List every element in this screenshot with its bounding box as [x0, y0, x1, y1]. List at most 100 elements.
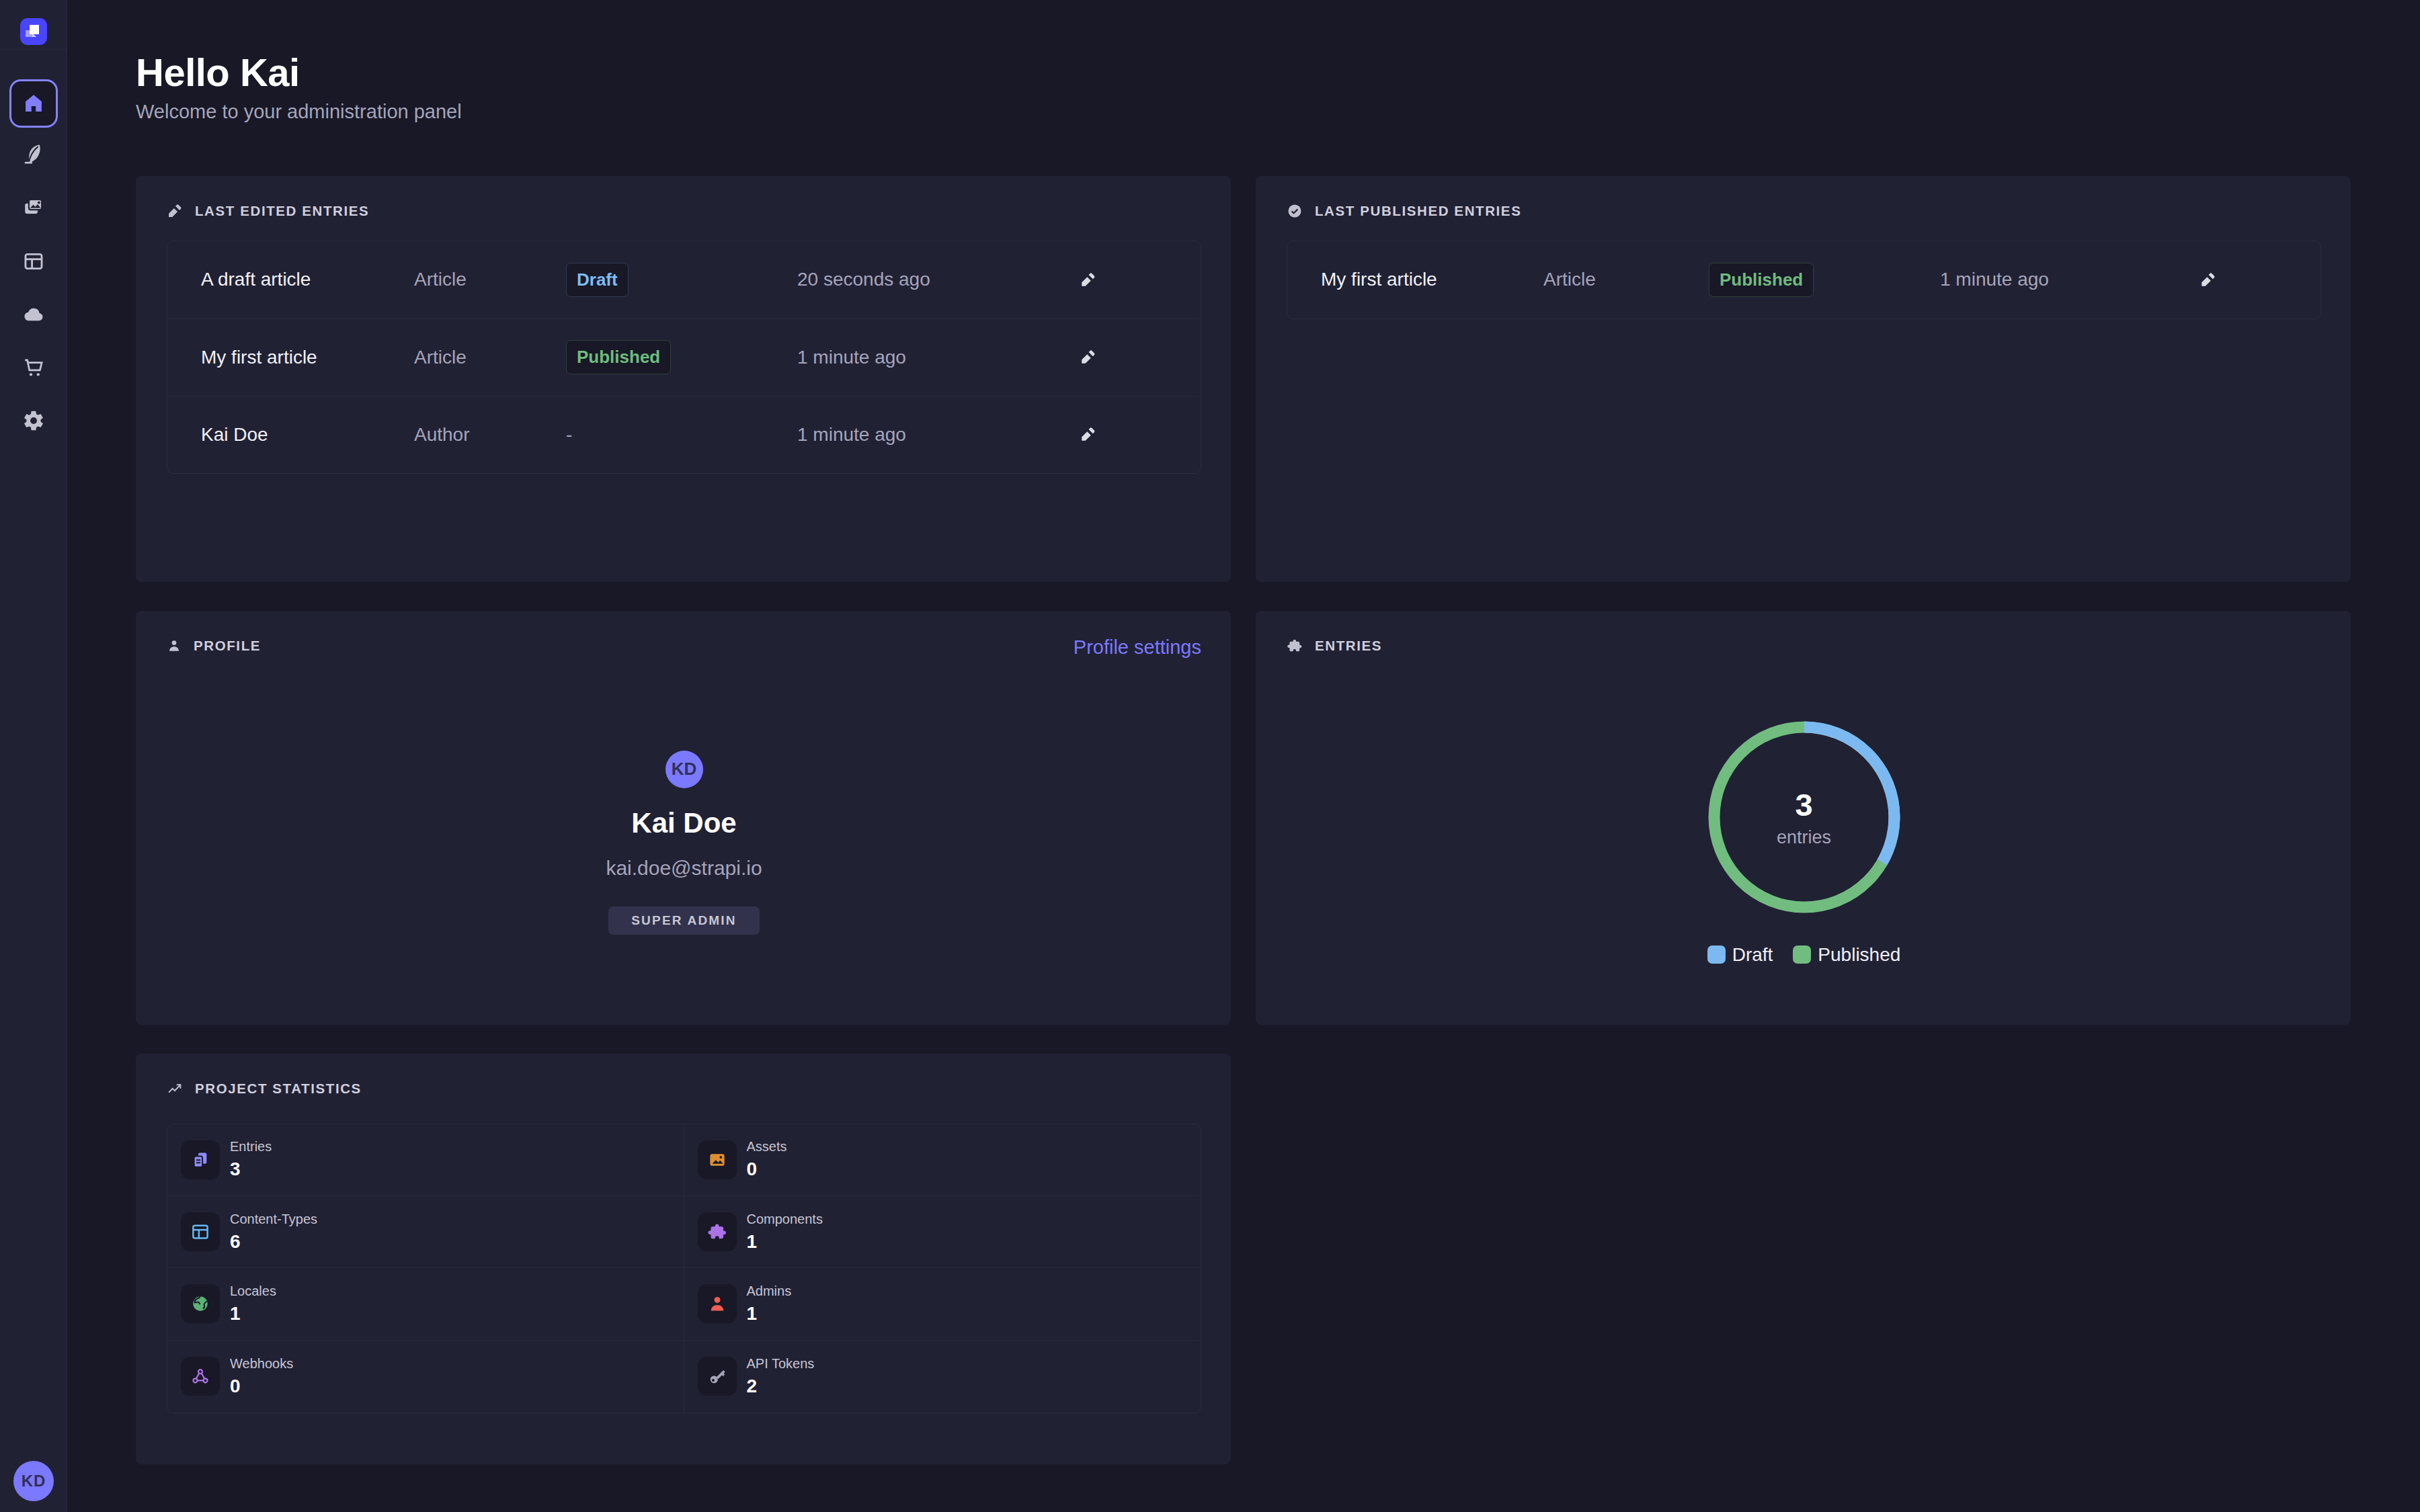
layout-icon: [190, 1222, 210, 1242]
entry-title: Kai Doe: [201, 424, 414, 446]
stat-locales: Locales 1: [167, 1268, 684, 1340]
sidebar-divider: [0, 49, 67, 50]
stat-value: 1: [230, 1303, 276, 1325]
webhook-icon: [190, 1366, 210, 1386]
legend-item-draft: Draft: [1707, 944, 1773, 966]
stats-grid: Entries 3 Assets 0: [167, 1124, 1201, 1413]
puzzle-icon: [707, 1222, 727, 1242]
profile-body: KD Kai Doe kai.doe@strapi.io SUPER ADMIN: [167, 654, 1201, 935]
entry-type: Article: [414, 269, 566, 290]
pencil-icon: [2200, 271, 2216, 288]
sidebar-item-content-type-builder[interactable]: [22, 250, 45, 273]
layout-icon: [22, 250, 45, 273]
stat-tile: [698, 1357, 737, 1396]
entry-time: 20 seconds ago: [797, 269, 1080, 290]
stat-label: API Tokens: [747, 1356, 815, 1372]
page-subtitle: Welcome to your administration panel: [136, 101, 2351, 123]
card-header: PROJECT STATISTICS: [167, 1054, 1201, 1097]
sidebar-item-home[interactable]: [9, 79, 58, 128]
pencil-icon: [1080, 349, 1096, 366]
entry-type: Article: [414, 347, 566, 368]
person-icon: [707, 1294, 727, 1314]
profile-name: Kai Doe: [631, 807, 736, 839]
table-row: Kai Doe Author - 1 minute ago: [167, 396, 1201, 473]
pencil-icon: [1080, 271, 1096, 288]
edit-entry-button[interactable]: [1080, 349, 1096, 366]
stat-value: 1: [747, 1231, 823, 1253]
page-title: Hello Kai: [136, 51, 2351, 94]
stat-tile: [698, 1212, 737, 1251]
empty-grid-cell: [1256, 1054, 2351, 1464]
entries-chart-card: ENTRIES 3 entries Draft: [1256, 611, 2351, 1025]
legend-label: Draft: [1732, 944, 1773, 966]
pencil-icon: [1080, 426, 1096, 443]
puzzle-icon: [1287, 638, 1303, 654]
profile-card: PROFILE Profile settings KD Kai Doe kai.…: [136, 611, 1231, 1025]
legend-swatch-published: [1793, 946, 1811, 964]
stat-tile: [181, 1140, 220, 1179]
card-title: ENTRIES: [1315, 638, 1382, 654]
card-title: LAST PUBLISHED ENTRIES: [1315, 203, 1521, 219]
sidebar-item-settings[interactable]: [22, 409, 45, 432]
edit-entry-button[interactable]: [1080, 271, 1096, 288]
stat-label: Entries: [230, 1139, 272, 1154]
stat-value: 3: [230, 1159, 272, 1180]
edit-entry-button[interactable]: [2200, 271, 2216, 288]
sidebar-item-content-manager[interactable]: [22, 143, 45, 166]
home-icon: [22, 92, 45, 115]
stat-tile: [181, 1212, 220, 1251]
stat-webhooks: Webhooks 0: [167, 1341, 684, 1413]
entry-type: Article: [1543, 269, 1709, 290]
main-content: Hello Kai Welcome to your administration…: [67, 0, 2420, 1512]
stat-content-types: Content-Types 6: [167, 1196, 684, 1268]
globe-icon: [190, 1294, 210, 1314]
stat-entries: Entries 3: [167, 1124, 684, 1196]
donut-total-label: entries: [1777, 827, 1831, 848]
status-badge: Published: [1709, 263, 1814, 297]
stat-value: 0: [230, 1376, 293, 1397]
pencil-icon: [167, 203, 183, 219]
last-published-entries-card: LAST PUBLISHED ENTRIES My first article …: [1256, 176, 2351, 582]
entry-time: 1 minute ago: [797, 347, 1080, 368]
table-row: A draft article Article Draft 20 seconds…: [167, 241, 1201, 319]
edit-entry-button[interactable]: [1080, 426, 1096, 443]
entry-title: My first article: [201, 347, 414, 368]
status-badge: Published: [566, 340, 671, 374]
widgets-grid: LAST EDITED ENTRIES A draft article Arti…: [136, 176, 2351, 1464]
legend-swatch-draft: [1707, 946, 1726, 964]
entry-title: My first article: [1321, 269, 1543, 290]
user-avatar[interactable]: KD: [13, 1461, 54, 1501]
card-header: LAST PUBLISHED ENTRIES: [1287, 176, 2321, 219]
sidebar-item-marketplace[interactable]: [22, 356, 45, 379]
stat-label: Components: [747, 1212, 823, 1227]
entry-time: 1 minute ago: [1940, 269, 2200, 290]
stat-value: 1: [747, 1303, 792, 1325]
card-title: LAST EDITED ENTRIES: [195, 203, 369, 219]
stat-label: Admins: [747, 1284, 792, 1299]
table-row: My first article Article Published 1 min…: [1287, 241, 2321, 319]
entry-type: Author: [414, 424, 566, 446]
sidebar-item-cloud[interactable]: [22, 303, 45, 326]
stat-label: Locales: [230, 1284, 276, 1299]
stat-tile: [698, 1140, 737, 1179]
stat-label: Webhooks: [230, 1356, 293, 1372]
profile-settings-link[interactable]: Profile settings: [1074, 636, 1201, 659]
person-icon: [167, 638, 182, 654]
last-edited-entries-card: LAST EDITED ENTRIES A draft article Arti…: [136, 176, 1231, 582]
stat-components: Components 1: [684, 1196, 1201, 1268]
entry-time: 1 minute ago: [797, 424, 1080, 446]
card-header: ENTRIES: [1287, 611, 2321, 654]
sidebar-item-media-library[interactable]: [22, 196, 45, 219]
cart-icon: [22, 356, 45, 379]
entries-table: My first article Article Published 1 min…: [1287, 241, 2321, 319]
stat-assets: Assets 0: [684, 1124, 1201, 1196]
legend-item-published: Published: [1793, 944, 1900, 966]
table-row: My first article Article Published 1 min…: [167, 319, 1201, 396]
stat-tile: [181, 1357, 220, 1396]
strapi-logo[interactable]: [20, 18, 47, 45]
status-badge: Draft: [566, 263, 629, 297]
stat-label: Assets: [747, 1139, 787, 1154]
card-title: PROJECT STATISTICS: [195, 1081, 362, 1097]
donut-center: 3 entries: [1707, 720, 1902, 915]
entries-donut-chart: 3 entries Draft Published: [1287, 654, 2321, 966]
